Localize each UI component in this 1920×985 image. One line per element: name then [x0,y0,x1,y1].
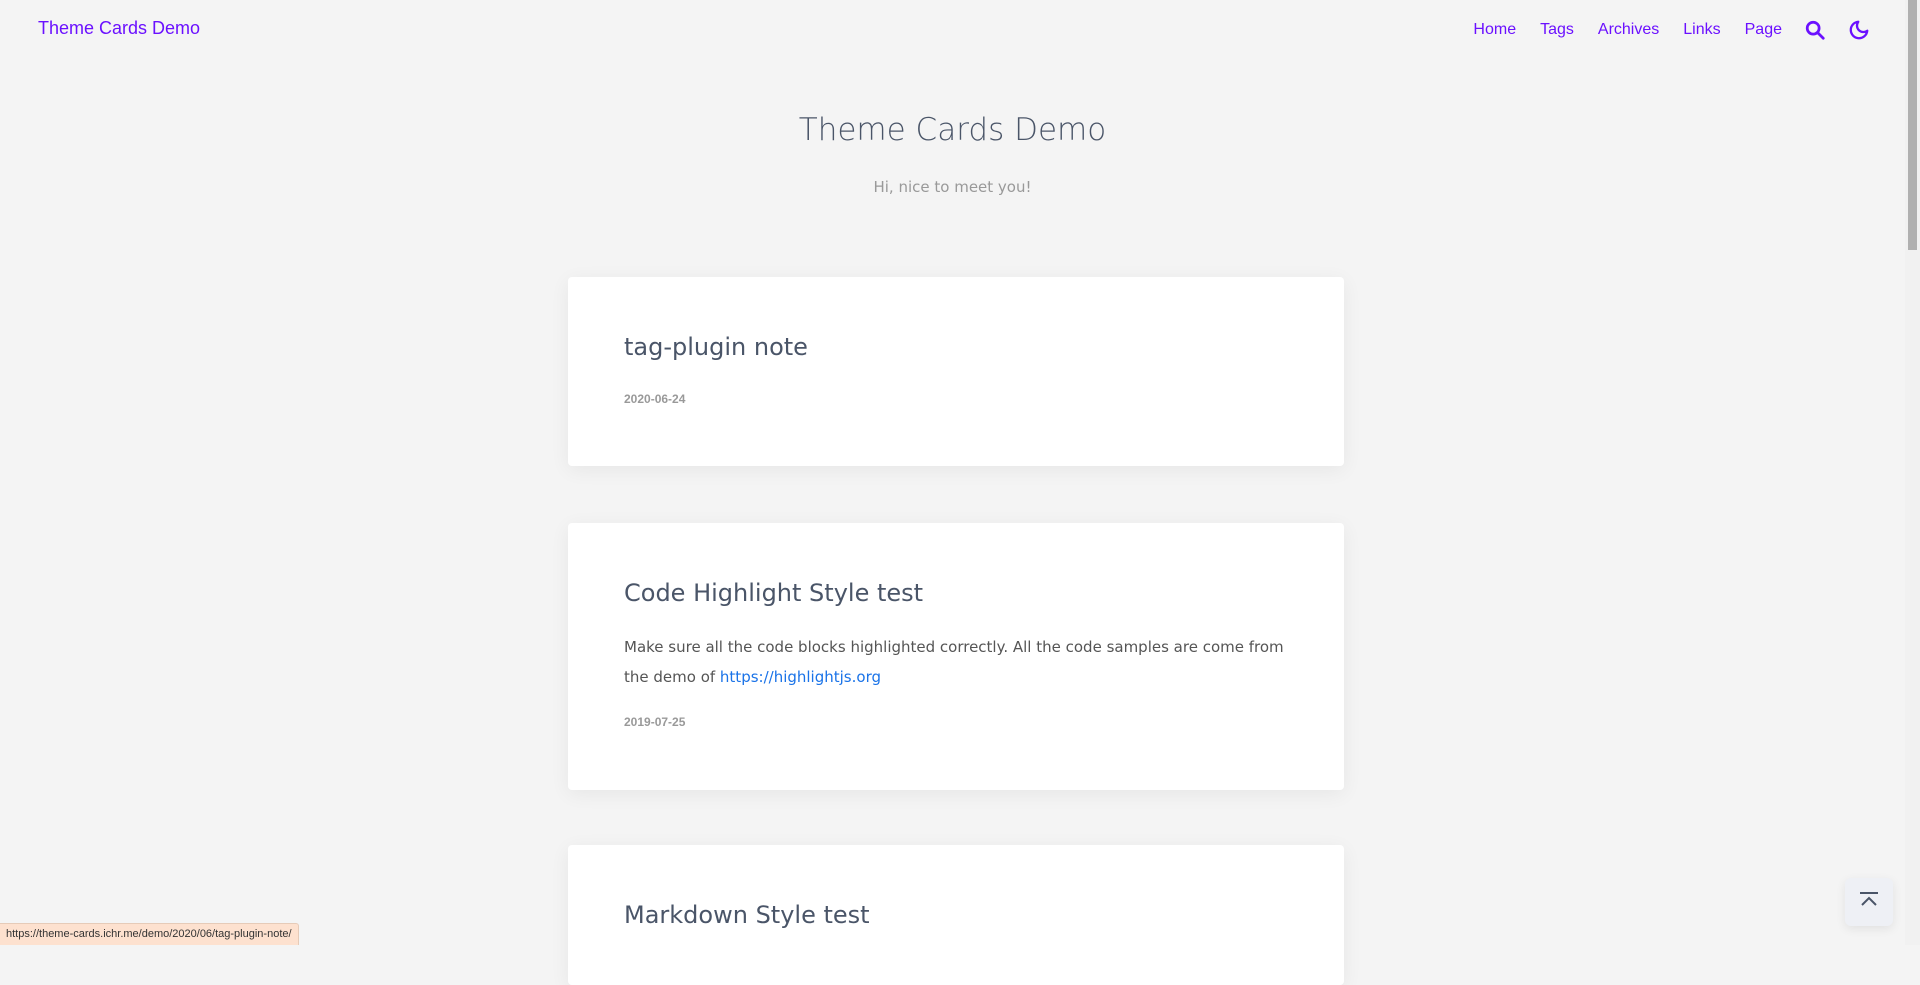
brand-link[interactable]: Theme Cards Demo [38,18,200,39]
scrollbar[interactable] [1905,0,1920,945]
status-bar-url: https://theme-cards.ichr.me/demo/2020/06… [0,923,299,945]
highlightjs-link[interactable]: https://highlightjs.org [720,668,881,686]
arrow-up-to-top-icon [1858,890,1880,914]
post-date: 2019-07-25 [624,715,686,729]
post-card[interactable]: Code Highlight Style test Make sure all … [568,523,1344,790]
post-card[interactable]: tag-plugin note 2020-06-24 [568,277,1344,466]
nav-tags[interactable]: Tags [1540,21,1574,39]
post-title[interactable]: Markdown Style test [624,901,870,929]
top-navbar: Theme Cards Demo Home Tags Archives Link… [0,0,1905,60]
back-to-top-button[interactable] [1845,878,1893,926]
post-excerpt: Make sure all the code blocks highlighte… [624,632,1288,692]
nav-page[interactable]: Page [1745,21,1782,39]
post-title[interactable]: Code Highlight Style test [624,579,923,607]
nav-links[interactable]: Links [1683,21,1720,39]
post-card[interactable]: Markdown Style test [568,845,1344,985]
nav-home[interactable]: Home [1473,21,1516,39]
search-icon[interactable] [1804,19,1826,41]
site-title: Theme Cards Demo [798,112,1107,148]
scrollbar-thumb[interactable] [1908,0,1917,250]
site-subtitle: Hi, nice to meet you! [873,178,1032,196]
moon-icon[interactable] [1848,19,1870,41]
nav-archives[interactable]: Archives [1598,21,1659,39]
post-title[interactable]: tag-plugin note [624,333,808,361]
nav-menu: Home Tags Archives Links Page [1449,19,1870,41]
post-date: 2020-06-24 [624,392,686,406]
